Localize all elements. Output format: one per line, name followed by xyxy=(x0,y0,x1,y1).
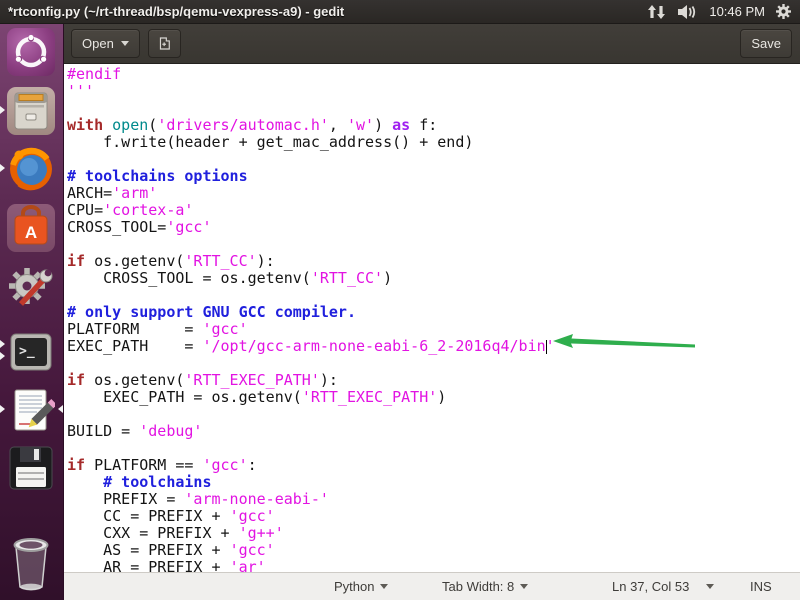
chevron-down-icon xyxy=(121,41,129,50)
code-line[interactable]: CC = PREFIX + 'gcc' xyxy=(67,508,800,525)
launcher-item-floppy[interactable] xyxy=(7,444,55,492)
language-label: Python xyxy=(334,579,374,594)
running-indicator xyxy=(0,352,5,360)
launcher-item-trash[interactable] xyxy=(7,531,55,593)
code-line[interactable]: ARCH='arm' xyxy=(67,185,800,202)
chevron-down-icon xyxy=(380,584,388,593)
code-line[interactable]: CXX = PREFIX + 'g++' xyxy=(67,525,800,542)
language-selector[interactable]: Python xyxy=(334,573,388,600)
desktop: *rtconfig.py (~/rt-thread/bsp/qemu-vexpr… xyxy=(0,0,800,600)
insert-mode-label: INS xyxy=(750,579,772,594)
floppy-disk-icon xyxy=(7,444,55,492)
code-line[interactable] xyxy=(67,440,800,457)
code-line[interactable]: BUILD = 'debug' xyxy=(67,423,800,440)
open-button-label: Open xyxy=(82,36,114,51)
code-line[interactable]: PREFIX = 'arm-none-eabi-' xyxy=(67,491,800,508)
code-line[interactable] xyxy=(67,287,800,304)
gedit-window: Open Save #endif''' with open('drivers/a… xyxy=(64,24,800,600)
running-indicator xyxy=(0,164,5,172)
code-line[interactable]: f.write(header + get_mac_address() + end… xyxy=(67,134,800,151)
launcher-item-firefox[interactable] xyxy=(7,145,55,193)
cursor-position-label: Ln 37, Col 53 xyxy=(612,579,689,594)
window-title: *rtconfig.py (~/rt-thread/bsp/qemu-vexpr… xyxy=(8,4,344,19)
running-indicator xyxy=(0,405,5,413)
clock[interactable]: 10:46 PM xyxy=(709,4,765,19)
launcher-item-gedit[interactable] xyxy=(7,386,55,434)
status-bar: Python Tab Width: 8 Ln 37, Col 53 INS xyxy=(64,572,800,600)
top-panel: *rtconfig.py (~/rt-thread/bsp/qemu-vexpr… xyxy=(0,0,800,24)
launcher-item-system-settings[interactable] xyxy=(7,262,55,310)
system-settings-icon xyxy=(7,262,55,310)
code-line[interactable]: #endif xyxy=(67,66,800,83)
chevron-down-icon xyxy=(706,584,714,593)
code-line[interactable] xyxy=(67,100,800,117)
code-line[interactable] xyxy=(67,151,800,168)
code-line[interactable]: CROSS_TOOL='gcc' xyxy=(67,219,800,236)
code-line[interactable]: # toolchains options xyxy=(67,168,800,185)
code-line[interactable] xyxy=(67,406,800,423)
text-editor-area[interactable]: #endif''' with open('drivers/automac.h',… xyxy=(64,64,800,572)
code-line[interactable]: CROSS_TOOL = os.getenv('RTT_CC') xyxy=(67,270,800,287)
code-line[interactable] xyxy=(67,236,800,253)
code-lines: #endif''' with open('drivers/automac.h',… xyxy=(67,66,800,572)
code-line[interactable]: AS = PREFIX + 'gcc' xyxy=(67,542,800,559)
text-editor-icon xyxy=(7,386,55,434)
tab-width-label: Tab Width: 8 xyxy=(442,579,514,594)
launcher-item-terminal[interactable]: >_ xyxy=(7,328,55,376)
code-line[interactable]: # toolchains xyxy=(67,474,800,491)
focused-indicator xyxy=(58,405,63,413)
save-button-label: Save xyxy=(751,36,781,51)
code-line[interactable]: if os.getenv('RTT_CC'): xyxy=(67,253,800,270)
software-center-icon: A xyxy=(7,204,55,252)
svg-text:>_: >_ xyxy=(19,344,35,359)
cursor-position: Ln 37, Col 53 xyxy=(612,573,689,600)
code-line[interactable]: AR = PREFIX + 'ar' xyxy=(67,559,800,572)
code-line[interactable]: EXEC_PATH = os.getenv('RTT_EXEC_PATH') xyxy=(67,389,800,406)
terminal-icon: >_ xyxy=(7,328,55,376)
unity-launcher: A >_ xyxy=(0,24,64,600)
new-document-button[interactable] xyxy=(148,29,181,58)
volume-icon[interactable] xyxy=(677,4,699,20)
green-arrow-annotation xyxy=(552,332,697,354)
code-line[interactable]: CPU='cortex-a' xyxy=(67,202,800,219)
running-indicator xyxy=(0,340,5,348)
launcher-item-files[interactable] xyxy=(7,87,55,135)
code-line[interactable]: # only support GNU GCC compiler. xyxy=(67,304,800,321)
save-button[interactable]: Save xyxy=(740,29,792,58)
launcher-item-dash[interactable] xyxy=(7,28,55,76)
text-cursor xyxy=(546,340,547,354)
running-indicator xyxy=(0,106,5,114)
code-line[interactable]: with open('drivers/automac.h', 'w') as f… xyxy=(67,117,800,134)
trash-icon xyxy=(7,531,55,593)
svg-text:A: A xyxy=(25,223,37,242)
code-line[interactable]: if PLATFORM == 'gcc': xyxy=(67,457,800,474)
goto-line-dropdown[interactable] xyxy=(706,573,714,600)
chevron-down-icon xyxy=(520,584,528,593)
code-line[interactable]: if os.getenv('RTT_EXEC_PATH'): xyxy=(67,372,800,389)
open-button[interactable]: Open xyxy=(71,29,140,58)
session-gear-icon[interactable] xyxy=(775,3,792,20)
new-document-icon xyxy=(159,35,170,52)
tab-width-selector[interactable]: Tab Width: 8 xyxy=(442,573,528,600)
network-arrows-icon[interactable] xyxy=(647,4,667,20)
code-line[interactable] xyxy=(67,355,800,372)
gedit-toolbar: Open Save xyxy=(64,24,800,64)
insert-mode-indicator: INS xyxy=(750,573,772,600)
launcher-item-software-center[interactable]: A xyxy=(7,204,55,252)
code-line[interactable]: ''' xyxy=(67,83,800,100)
